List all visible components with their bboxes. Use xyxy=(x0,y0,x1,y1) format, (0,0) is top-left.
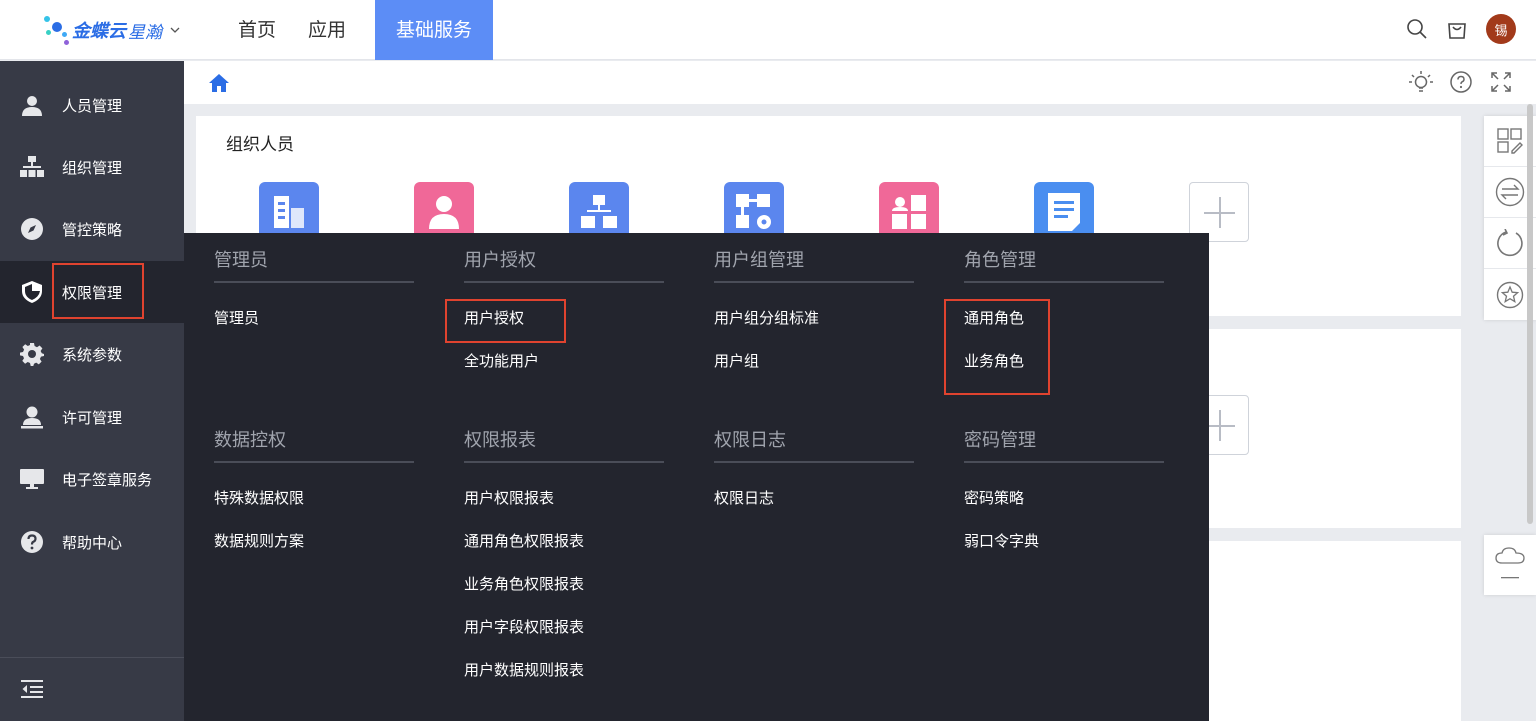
menu-item-user-group-standard[interactable]: 用户组分组标准 xyxy=(714,297,914,340)
menu-item-user-data-rule-report[interactable]: 用户数据规则报表 xyxy=(464,649,664,692)
top-icons: 锡 xyxy=(1406,14,1516,44)
menu-group-title: 角色管理 xyxy=(964,247,1164,283)
menu-item-business-role-report[interactable]: 业务角色权限报表 xyxy=(464,563,664,606)
logo-sub-text: 星瀚 xyxy=(128,22,162,43)
refresh-icon xyxy=(1497,229,1523,257)
top-bar: 金蝶云 星瀚 首页 应用 基础服务 锡 xyxy=(0,0,1536,60)
question-circle-icon[interactable] xyxy=(1450,71,1472,93)
menu-group-admin: 管理员 管理员 xyxy=(214,247,414,340)
sidebar-item-organization[interactable]: 组织管理 xyxy=(0,136,184,198)
menu-item-user-group[interactable]: 用户组 xyxy=(714,340,914,383)
collapse-sidebar-icon[interactable] xyxy=(21,679,43,699)
menu-group-title: 权限日志 xyxy=(714,427,914,463)
sidebar-item-label: 系统参数 xyxy=(62,345,123,364)
chevron-down-icon[interactable] xyxy=(170,25,180,35)
menu-group-title: 管理员 xyxy=(214,247,414,283)
menu-group-title: 权限报表 xyxy=(464,427,664,463)
org-gear-icon xyxy=(736,194,771,229)
sidebar: 人员管理 组织管理 管控策略 权限管理 系统参数 许可管理 电子签章服务 帮助中… xyxy=(0,61,184,721)
shield-icon xyxy=(22,281,42,303)
menu-item-permission-log[interactable]: 权限日志 xyxy=(714,477,914,520)
monitor-icon xyxy=(20,469,44,489)
menu-item-general-role-report[interactable]: 通用角色权限报表 xyxy=(464,520,664,563)
nav-apps[interactable]: 应用 xyxy=(292,0,362,60)
menu-item-special-data-permission[interactable]: 特殊数据权限 xyxy=(214,477,414,520)
highlight-permissions-sidebar xyxy=(52,263,144,319)
org-chart-icon xyxy=(581,195,617,228)
cloud-icon[interactable] xyxy=(1495,547,1525,581)
menu-group-title: 用户授权 xyxy=(464,247,664,283)
sidebar-item-personnel[interactable]: 人员管理 xyxy=(0,74,184,136)
avatar[interactable]: 锡 xyxy=(1486,14,1516,44)
sidebar-item-label: 组织管理 xyxy=(62,158,123,177)
card-title: 组织人员 xyxy=(226,135,294,155)
menu-item-full-function-users[interactable]: 全功能用户 xyxy=(464,340,664,383)
sidebar-item-help[interactable]: 帮助中心 xyxy=(0,511,184,573)
menu-item-weak-password-dictionary[interactable]: 弱口令字典 xyxy=(964,520,1164,563)
star-circle-icon xyxy=(1496,281,1524,308)
org-chart-icon xyxy=(20,156,44,177)
logo[interactable]: 金蝶云 星瀚 xyxy=(42,12,180,48)
menu-group-title: 用户组管理 xyxy=(714,247,914,283)
menu-group-password-management: 密码管理 密码策略 弱口令字典 xyxy=(964,427,1164,563)
page-scrollbar[interactable] xyxy=(1527,104,1533,524)
sidebar-footer xyxy=(0,657,184,721)
sidebar-item-system-params[interactable]: 系统参数 xyxy=(0,323,184,385)
person-icon xyxy=(22,96,42,116)
nav-home[interactable]: 首页 xyxy=(222,0,292,60)
menu-group-title: 数据控权 xyxy=(214,427,414,463)
search-icon[interactable] xyxy=(1406,18,1428,40)
lightbulb-icon[interactable] xyxy=(1409,70,1433,94)
menu-item-user-permission-report[interactable]: 用户权限报表 xyxy=(464,477,664,520)
sidebar-item-label: 许可管理 xyxy=(62,408,123,427)
highlight-user-authorization xyxy=(445,299,566,343)
person-grid-icon xyxy=(892,195,926,229)
shopping-bag-icon[interactable] xyxy=(1446,18,1468,40)
menu-group-data-control: 数据控权 特殊数据权限 数据规则方案 xyxy=(214,427,414,563)
menu-item-data-rule-scheme[interactable]: 数据规则方案 xyxy=(214,520,414,563)
menu-group-title: 密码管理 xyxy=(964,427,1164,463)
fullscreen-icon[interactable] xyxy=(1491,72,1511,92)
menu-group-user-groups: 用户组管理 用户组分组标准 用户组 xyxy=(714,247,914,383)
sidebar-item-control-policy[interactable]: 管控策略 xyxy=(0,198,184,260)
menu-group-permission-reports: 权限报表 用户权限报表 通用角色权限报表 业务角色权限报表 用户字段权限报表 用… xyxy=(464,427,664,692)
cloud-toolbar xyxy=(1484,535,1536,595)
top-nav: 首页 应用 基础服务 xyxy=(222,0,494,60)
license-person-icon xyxy=(21,406,43,429)
sidebar-item-label: 人员管理 xyxy=(62,96,123,115)
gear-icon xyxy=(20,343,44,366)
sidebar-item-label: 管控策略 xyxy=(62,220,123,239)
home-icon[interactable] xyxy=(208,73,230,93)
sidebar-item-license[interactable]: 许可管理 xyxy=(0,386,184,448)
menu-item-admin[interactable]: 管理员 xyxy=(214,297,414,340)
building-icon xyxy=(274,196,304,228)
breadcrumb-bar xyxy=(184,61,1536,104)
user-icon xyxy=(429,196,459,229)
logo-mark-icon xyxy=(42,12,72,48)
menu-item-password-policy[interactable]: 密码策略 xyxy=(964,477,1164,520)
sidebar-item-e-signature[interactable]: 电子签章服务 xyxy=(0,448,184,510)
document-icon xyxy=(1048,193,1080,231)
menu-item-user-field-report[interactable]: 用户字段权限报表 xyxy=(464,606,664,649)
compass-icon xyxy=(21,218,43,240)
menu-group-permission-log: 权限日志 权限日志 xyxy=(714,427,914,520)
permissions-mega-menu: 管理员 管理员 用户授权 用户授权 全功能用户 用户组管理 用户组分组标准 用户… xyxy=(184,233,1209,721)
layout-edit-icon xyxy=(1497,128,1523,154)
sidebar-item-label: 电子签章服务 xyxy=(62,470,153,489)
highlight-role-management xyxy=(944,299,1050,395)
nav-basic-services[interactable]: 基础服务 xyxy=(375,0,494,60)
swap-icon xyxy=(1495,177,1525,207)
logo-text: 金蝶云 xyxy=(72,21,126,42)
help-icon xyxy=(21,531,43,553)
sidebar-item-label: 帮助中心 xyxy=(62,533,123,552)
